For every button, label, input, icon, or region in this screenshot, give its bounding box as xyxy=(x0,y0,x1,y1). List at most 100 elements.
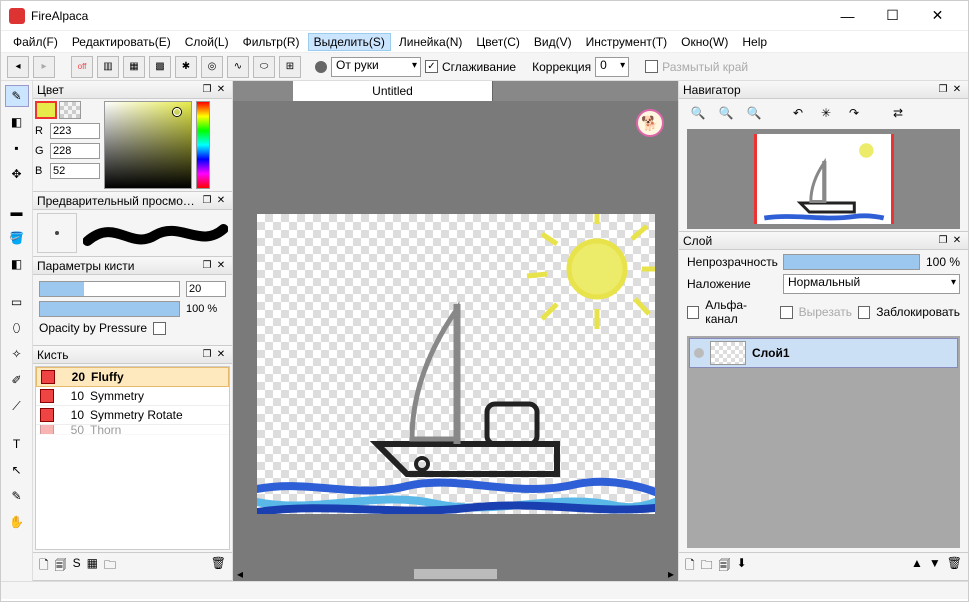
panel-undock-icon[interactable]: ❐ xyxy=(936,84,950,95)
rotate-left-icon[interactable]: ↶ xyxy=(787,103,809,123)
b-input[interactable] xyxy=(50,163,100,179)
menu-tool[interactable]: Инструмент(T) xyxy=(580,33,674,51)
panel-close-icon[interactable]: ✕ xyxy=(950,84,964,95)
eyedropper-tool[interactable]: ✎ xyxy=(5,485,29,507)
panel-undock-icon[interactable]: ❐ xyxy=(200,260,214,271)
brush-new-icon[interactable]: 🗋 xyxy=(39,556,49,577)
zoom-in-icon[interactable]: 🔍 xyxy=(687,103,709,123)
brush-list-header[interactable]: Кисть ❐ ✕ xyxy=(33,346,232,364)
panel-close-icon[interactable]: ✕ xyxy=(214,349,228,360)
bucket-tool[interactable]: 🪣 xyxy=(5,227,29,249)
smoothing-checkbox[interactable]: ✓ xyxy=(425,60,438,73)
minimize-button[interactable]: — xyxy=(825,2,870,30)
layer-delete-icon[interactable]: 🗑 xyxy=(947,556,962,577)
layer-up-icon[interactable]: ▲ xyxy=(911,556,923,577)
brush-params-header[interactable]: Параметры кисти ❐ ✕ xyxy=(33,257,232,275)
snap-off-button[interactable]: off xyxy=(71,56,93,78)
menu-layer[interactable]: Слой(L) xyxy=(179,33,235,51)
draw-mode-select[interactable]: От руки xyxy=(331,57,421,77)
alpha-checkbox[interactable] xyxy=(687,306,699,319)
layer-opacity-slider[interactable] xyxy=(783,254,920,270)
hand-tool[interactable]: ✋ xyxy=(5,511,29,533)
layer-dup-icon[interactable]: 🗐 xyxy=(719,556,731,577)
color-field[interactable] xyxy=(104,101,192,189)
select-rect-tool[interactable]: ▭ xyxy=(5,291,29,313)
hue-slider[interactable] xyxy=(196,101,210,189)
scroll-left-icon[interactable]: ◂ xyxy=(233,567,247,581)
snap-radial-button[interactable]: ✱ xyxy=(175,56,197,78)
panel-undock-icon[interactable]: ❐ xyxy=(200,349,214,360)
layer-down-icon[interactable]: ▼ xyxy=(929,556,941,577)
maximize-button[interactable]: ☐ xyxy=(870,2,915,30)
brush-size-slider[interactable] xyxy=(39,281,180,297)
brush-item[interactable]: 20 Fluffy xyxy=(36,367,229,387)
menu-filter[interactable]: Фильтр(R) xyxy=(237,33,306,51)
brush-dup-icon[interactable]: 🗐 xyxy=(55,556,67,577)
flip-icon[interactable]: ⇄ xyxy=(887,103,909,123)
panel-close-icon[interactable]: ✕ xyxy=(214,84,228,95)
layer-merge-icon[interactable]: ⬇ xyxy=(737,556,747,577)
close-button[interactable]: ✕ xyxy=(915,2,960,30)
cursor-tool[interactable]: ↖ xyxy=(5,459,29,481)
canvas[interactable] xyxy=(257,214,655,514)
layer-list[interactable]: Слой1 xyxy=(687,336,960,548)
zoom-out-icon[interactable]: 🔍 xyxy=(715,103,737,123)
clip-checkbox[interactable] xyxy=(780,306,792,319)
menu-window[interactable]: Окно(W) xyxy=(675,33,734,51)
foreground-swatch[interactable] xyxy=(35,101,57,119)
layer-folder-icon[interactable]: 🗀 xyxy=(701,556,713,577)
brush-item[interactable]: 10 Symmetry Rotate xyxy=(36,406,229,425)
background-swatch[interactable] xyxy=(59,101,81,119)
panel-undock-icon[interactable]: ❐ xyxy=(200,195,214,206)
panel-close-icon[interactable]: ✕ xyxy=(950,235,964,246)
navigator-header[interactable]: Навигатор ❐ ✕ xyxy=(679,81,968,99)
brush-script-icon[interactable]: S xyxy=(73,556,81,577)
panel-undock-icon[interactable]: ❐ xyxy=(936,235,950,246)
snap-vanish-button[interactable]: ▩ xyxy=(149,56,171,78)
snap-grid-button[interactable]: ▦ xyxy=(123,56,145,78)
rotate-reset-icon[interactable]: ✳ xyxy=(815,103,837,123)
brush-delete-icon[interactable]: 🗑 xyxy=(211,556,226,577)
eraser-tool[interactable]: ◧ xyxy=(5,111,29,133)
r-input[interactable] xyxy=(50,123,100,139)
menu-select[interactable]: Выделить(S) xyxy=(308,33,391,51)
layer-header[interactable]: Слой ❐ ✕ xyxy=(679,232,968,250)
g-input[interactable] xyxy=(50,143,100,159)
snap-parallel-button[interactable]: ▥ xyxy=(97,56,119,78)
canvas-viewport[interactable]: 🐕 xyxy=(233,101,678,567)
snap-circle-button[interactable]: ◎ xyxy=(201,56,223,78)
select-pen-tool[interactable]: ✐ xyxy=(5,369,29,391)
undo-button[interactable]: ◂ xyxy=(7,56,29,78)
correction-select[interactable]: 0 xyxy=(595,57,629,77)
brush-item[interactable]: 50 Thorn xyxy=(36,425,229,435)
lock-checkbox[interactable] xyxy=(858,306,870,319)
snap-3d-button[interactable]: ⊞ xyxy=(279,56,301,78)
menu-file[interactable]: Файл(F) xyxy=(7,33,64,51)
opacity-pressure-checkbox[interactable] xyxy=(153,322,166,335)
scroll-right-icon[interactable]: ▸ xyxy=(664,567,678,581)
brush-folder-icon[interactable]: 🗀 xyxy=(104,556,116,577)
brush-preview-header[interactable]: Предварительный просмотр... ❐ ✕ xyxy=(33,192,232,210)
navigator-thumbnail[interactable] xyxy=(687,129,960,229)
rotate-right-icon[interactable]: ↷ xyxy=(843,103,865,123)
brush-size-input[interactable] xyxy=(186,281,226,297)
menu-edit[interactable]: Редактировать(E) xyxy=(66,33,177,51)
layer-item[interactable]: Слой1 xyxy=(689,338,958,368)
horizontal-scrollbar[interactable]: ◂ ▸ xyxy=(233,567,678,581)
zoom-fit-icon[interactable]: 🔍 xyxy=(743,103,765,123)
snap-ellipse-button[interactable]: ⬭ xyxy=(253,56,275,78)
text-tool[interactable]: T xyxy=(5,433,29,455)
gradient-tool[interactable]: ◧ xyxy=(5,253,29,275)
panel-close-icon[interactable]: ✕ xyxy=(214,195,228,206)
fill-tool[interactable]: ▬ xyxy=(5,201,29,223)
select-wand-tool[interactable]: ✧ xyxy=(5,343,29,365)
layer-new-icon[interactable]: 🗋 xyxy=(685,556,695,577)
brush-item[interactable]: 10 Symmetry xyxy=(36,387,229,406)
mascot-icon[interactable]: 🐕 xyxy=(636,109,664,137)
brush-tool[interactable]: ✎ xyxy=(5,85,29,107)
move-tool[interactable]: ✥ xyxy=(5,163,29,185)
color-panel-header[interactable]: Цвет ❐ ✕ xyxy=(33,81,232,99)
menu-color[interactable]: Цвет(C) xyxy=(470,33,526,51)
menu-view[interactable]: Вид(V) xyxy=(528,33,578,51)
brush-list[interactable]: 20 Fluffy 10 Symmetry 10 Symmetry Rotate… xyxy=(35,366,230,550)
